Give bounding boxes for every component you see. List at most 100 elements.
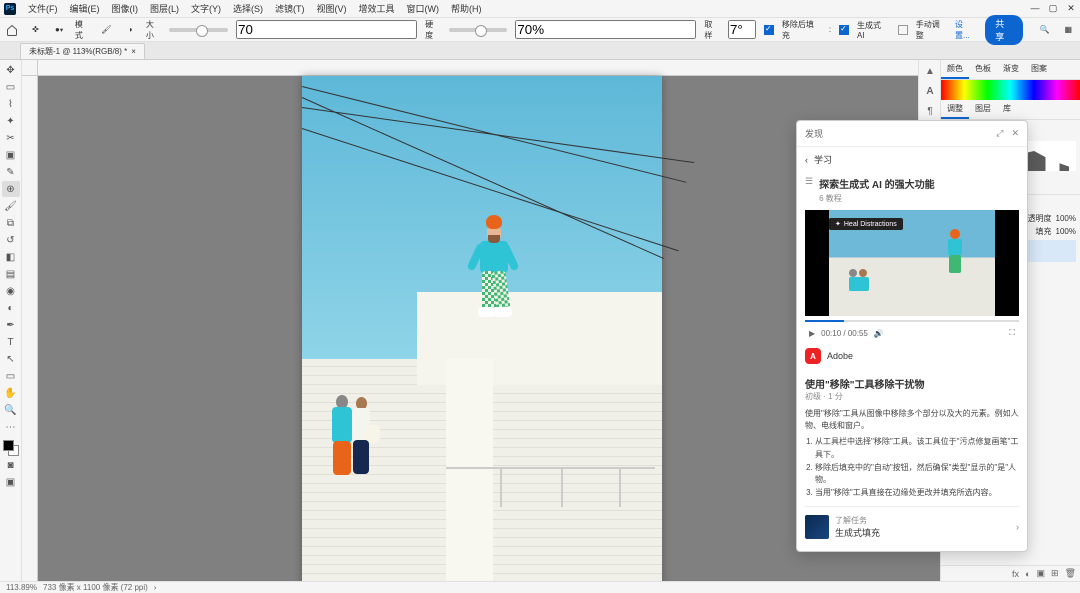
document-canvas[interactable] — [302, 76, 662, 581]
menu-help[interactable]: 帮助(H) — [451, 2, 482, 15]
mode-lasso-icon[interactable]: ◑ — [122, 22, 138, 38]
toolbox: ✥ ▭ ⌇ ✦ ✂ ▣ ✎ ⊕ 🖌 ⧉ ↺ ◧ ▤ ◉ ◐ ✒ T ↖ ▭ ✋ … — [0, 60, 22, 581]
search-icon[interactable]: 🔍 — [1037, 22, 1053, 38]
article-heading: 探索生成式 AI 的强大功能 — [819, 176, 935, 191]
marquee-tool[interactable]: ▭ — [2, 79, 20, 95]
edit-toolbar[interactable]: ⋯ — [2, 419, 20, 435]
opacity-value[interactable]: 100% — [1056, 214, 1076, 223]
menu-select[interactable]: 选择(S) — [233, 2, 263, 15]
hand-tool[interactable]: ✋ — [2, 385, 20, 401]
fx-icon[interactable]: fx — [1012, 569, 1019, 579]
menu-file[interactable]: 文件(F) — [28, 2, 58, 15]
window-minimize[interactable]: — — [1030, 3, 1040, 14]
sample-input[interactable] — [728, 20, 756, 39]
fullscreen-icon[interactable]: ⛶ — [1009, 328, 1015, 338]
hardness-slider[interactable] — [449, 28, 508, 32]
discover-panel: 发现 ⤢ ✕ ‹ 学习 ☰ 探索生成式 AI 的强大功能 6 教程 — [796, 120, 1028, 552]
mode-brush-icon[interactable]: 🖌 — [99, 22, 115, 38]
hardness-input[interactable] — [515, 20, 696, 39]
volume-icon[interactable]: 🔊 — [874, 329, 884, 338]
document-tab-close[interactable]: × — [131, 47, 136, 56]
settings-link[interactable]: 设置... — [955, 19, 977, 41]
mask-icon[interactable]: ◐ — [1025, 569, 1030, 579]
tutorial-description: 使用"移除"工具从图像中移除多个部分以及大的元素。例如人物、电线和窗户。 — [805, 408, 1019, 432]
fill-value[interactable]: 100% — [1056, 227, 1076, 236]
color-swatches[interactable] — [3, 440, 19, 456]
menu-plugins[interactable]: 增效工具 — [359, 2, 395, 15]
ruler-vertical[interactable] — [22, 76, 38, 581]
tab-swatches[interactable]: 色板 — [969, 60, 997, 79]
discover-back-icon[interactable]: ‹ — [805, 155, 808, 165]
character-panel-icon[interactable]: A — [921, 82, 939, 100]
tutorial-video[interactable]: ✦ Heal Distractions — [805, 210, 1019, 316]
history-brush-tool[interactable]: ↺ — [2, 232, 20, 248]
generative-checkbox[interactable] — [839, 25, 849, 35]
document-tab-bar: 未标题-1 @ 113%(RGB/8) * × — [0, 42, 1080, 60]
tool-preset-icon[interactable]: ✜ — [28, 22, 44, 38]
dodge-tool[interactable]: ◐ — [2, 300, 20, 316]
gradient-tool[interactable]: ▤ — [2, 266, 20, 282]
brush-tool[interactable]: 🖌 — [2, 198, 20, 214]
size-slider[interactable] — [169, 28, 228, 32]
menu-view[interactable]: 视图(V) — [317, 2, 347, 15]
eraser-tool[interactable]: ◧ — [2, 249, 20, 265]
zoom-tool[interactable]: 🔍 — [2, 402, 20, 418]
stamp-tool[interactable]: ⧉ — [2, 215, 20, 231]
manual-checkbox[interactable] — [898, 25, 908, 35]
new-group-icon[interactable]: ▣ — [1037, 568, 1046, 579]
size-input[interactable] — [236, 20, 417, 39]
ruler-horizontal[interactable] — [38, 60, 940, 76]
healing-tool[interactable]: ⊕ — [2, 181, 20, 197]
step-1: 从工具栏中选择"移除"工具。该工具位于"污点修复画笔"工具下。 — [815, 436, 1019, 462]
discover-close-icon[interactable]: ✕ — [1011, 128, 1019, 139]
tab-patterns[interactable]: 图案 — [1025, 60, 1053, 79]
related-tutorial[interactable]: 了解任务 生成式填充 › — [805, 506, 1019, 543]
frame-tool[interactable]: ▣ — [2, 147, 20, 163]
menu-image[interactable]: 图像(I) — [112, 2, 139, 15]
screen-mode-tool[interactable]: ▣ — [2, 474, 20, 490]
home-icon[interactable] — [4, 22, 20, 38]
eyedropper-tool[interactable]: ✎ — [2, 164, 20, 180]
brush-preset-icon[interactable]: ●▾ — [51, 22, 67, 38]
status-info[interactable]: 733 像素 x 1100 像素 (72 ppi) — [43, 582, 148, 593]
new-layer-icon[interactable]: ⊞ — [1051, 568, 1059, 579]
menu-type[interactable]: 文字(Y) — [191, 2, 221, 15]
paragraph-panel-icon[interactable]: ¶ — [921, 102, 939, 120]
shape-tool[interactable]: ▭ — [2, 368, 20, 384]
menu-filter[interactable]: 滤镜(T) — [275, 2, 305, 15]
workspace-icon[interactable]: ▦ — [1060, 22, 1076, 38]
sample-all-layers-checkbox[interactable] — [764, 25, 774, 35]
trash-icon[interactable]: 🗑 — [1065, 568, 1076, 579]
window-maximize[interactable]: ▢ — [1048, 3, 1058, 14]
options-bar: ✜ ●▾ 模式 🖌 ◑ 大小 硬度 取样 移除后填充: 生成式 AI 手动调整 … — [0, 18, 1080, 42]
document-tab[interactable]: 未标题-1 @ 113%(RGB/8) * × — [20, 43, 145, 59]
tab-libraries[interactable]: 库 — [997, 100, 1017, 119]
window-close[interactable]: ✕ — [1066, 3, 1076, 14]
article-meta: 6 教程 — [819, 193, 935, 204]
blur-tool[interactable]: ◉ — [2, 283, 20, 299]
tab-adjust[interactable]: 调整 — [941, 100, 969, 119]
quick-mask-tool[interactable]: ◙ — [2, 457, 20, 473]
discover-expand-icon[interactable]: ⤢ — [996, 128, 1003, 139]
path-tool[interactable]: ↖ — [2, 351, 20, 367]
menu-layer[interactable]: 图层(L) — [150, 2, 179, 15]
move-tool[interactable]: ✥ — [2, 62, 20, 78]
crop-tool[interactable]: ✂ — [2, 130, 20, 146]
wand-tool[interactable]: ✦ — [2, 113, 20, 129]
share-button[interactable]: 共享 — [985, 15, 1023, 45]
pen-tool[interactable]: ✒ — [2, 317, 20, 333]
type-tool[interactable]: T — [2, 334, 20, 350]
menu-edit[interactable]: 编辑(E) — [70, 2, 100, 15]
menu-window[interactable]: 窗口(W) — [407, 2, 440, 15]
tab-gradients[interactable]: 渐变 — [997, 60, 1025, 79]
collapsed-panel-dock: ▲ A ¶ — [918, 60, 940, 122]
status-chevron-icon[interactable]: › — [154, 583, 157, 592]
tab-layers2[interactable]: 图层 — [969, 100, 997, 119]
status-zoom[interactable]: 113.89% — [6, 583, 37, 592]
lasso-tool[interactable]: ⌇ — [2, 96, 20, 112]
tab-color[interactable]: 颜色 — [941, 60, 969, 79]
discover-breadcrumb[interactable]: 学习 — [814, 153, 832, 166]
video-progress[interactable] — [805, 320, 1019, 322]
play-icon[interactable]: ▶ — [809, 329, 815, 338]
histogram-panel-icon[interactable]: ▲ — [921, 62, 939, 80]
